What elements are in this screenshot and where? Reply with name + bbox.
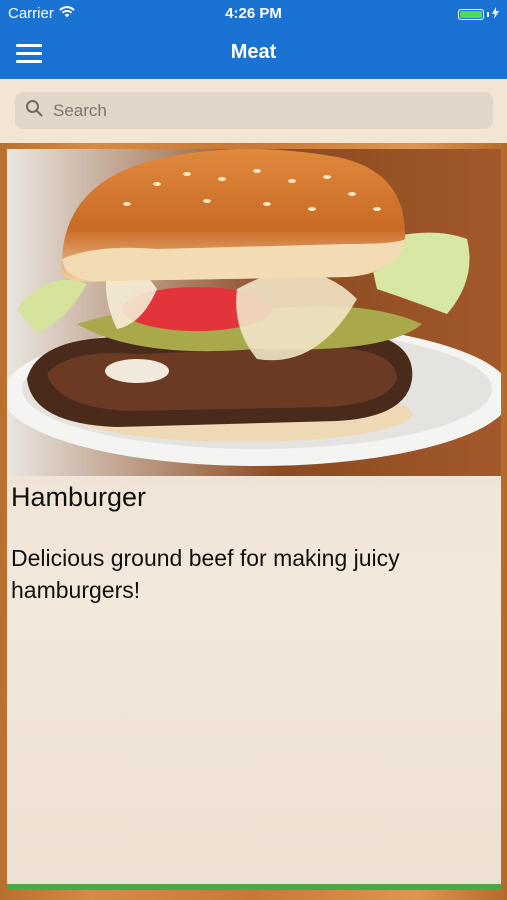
item-card[interactable]: Hamburger Delicious ground beef for maki… <box>7 149 501 887</box>
item-title: Hamburger <box>11 482 147 512</box>
search-bar[interactable] <box>15 92 493 129</box>
battery-level <box>460 11 482 18</box>
search-area <box>0 79 507 143</box>
search-input[interactable] <box>51 99 475 122</box>
status-bar: Carrier 4:26 PM <box>0 0 507 27</box>
battery-icon <box>458 9 484 20</box>
page-title: Meat <box>230 41 277 63</box>
search-icon <box>25 99 43 122</box>
item-description: Delicious ground beef for making juicy h… <box>11 545 400 603</box>
nav-bar: Meat <box>0 27 507 79</box>
hamburger-photo <box>7 149 501 476</box>
battery-tip <box>487 12 489 17</box>
status-right <box>458 6 499 23</box>
charging-bolt-icon <box>492 6 499 23</box>
bottom-accent-bar <box>7 884 501 890</box>
clock: 4:26 PM <box>225 5 282 22</box>
